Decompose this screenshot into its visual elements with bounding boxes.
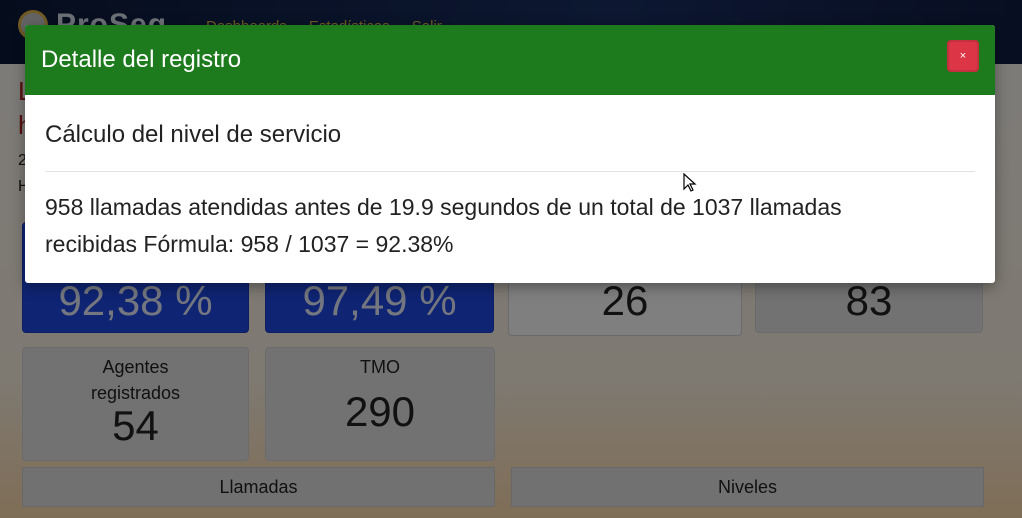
modal-title: Detalle del registro <box>41 46 242 73</box>
modal-divider <box>45 171 975 172</box>
modal-body: Cálculo del nivel de servicio 958 llamad… <box>25 121 995 263</box>
description-line-1: 958 llamadas atendidas antes de 19.9 seg… <box>45 194 842 220</box>
description-line-2: recibidas Fórmula: 958 / 1037 = 92.38% <box>45 231 454 257</box>
modal-header: Detalle del registro × <box>25 25 995 95</box>
record-detail-modal: Detalle del registro × Cálculo del nivel… <box>25 25 995 283</box>
modal-description: 958 llamadas atendidas antes de 19.9 seg… <box>45 189 975 263</box>
close-button[interactable]: × <box>947 40 979 72</box>
mouse-cursor-icon <box>683 173 697 192</box>
modal-subtitle: Cálculo del nivel de servicio <box>45 121 342 148</box>
